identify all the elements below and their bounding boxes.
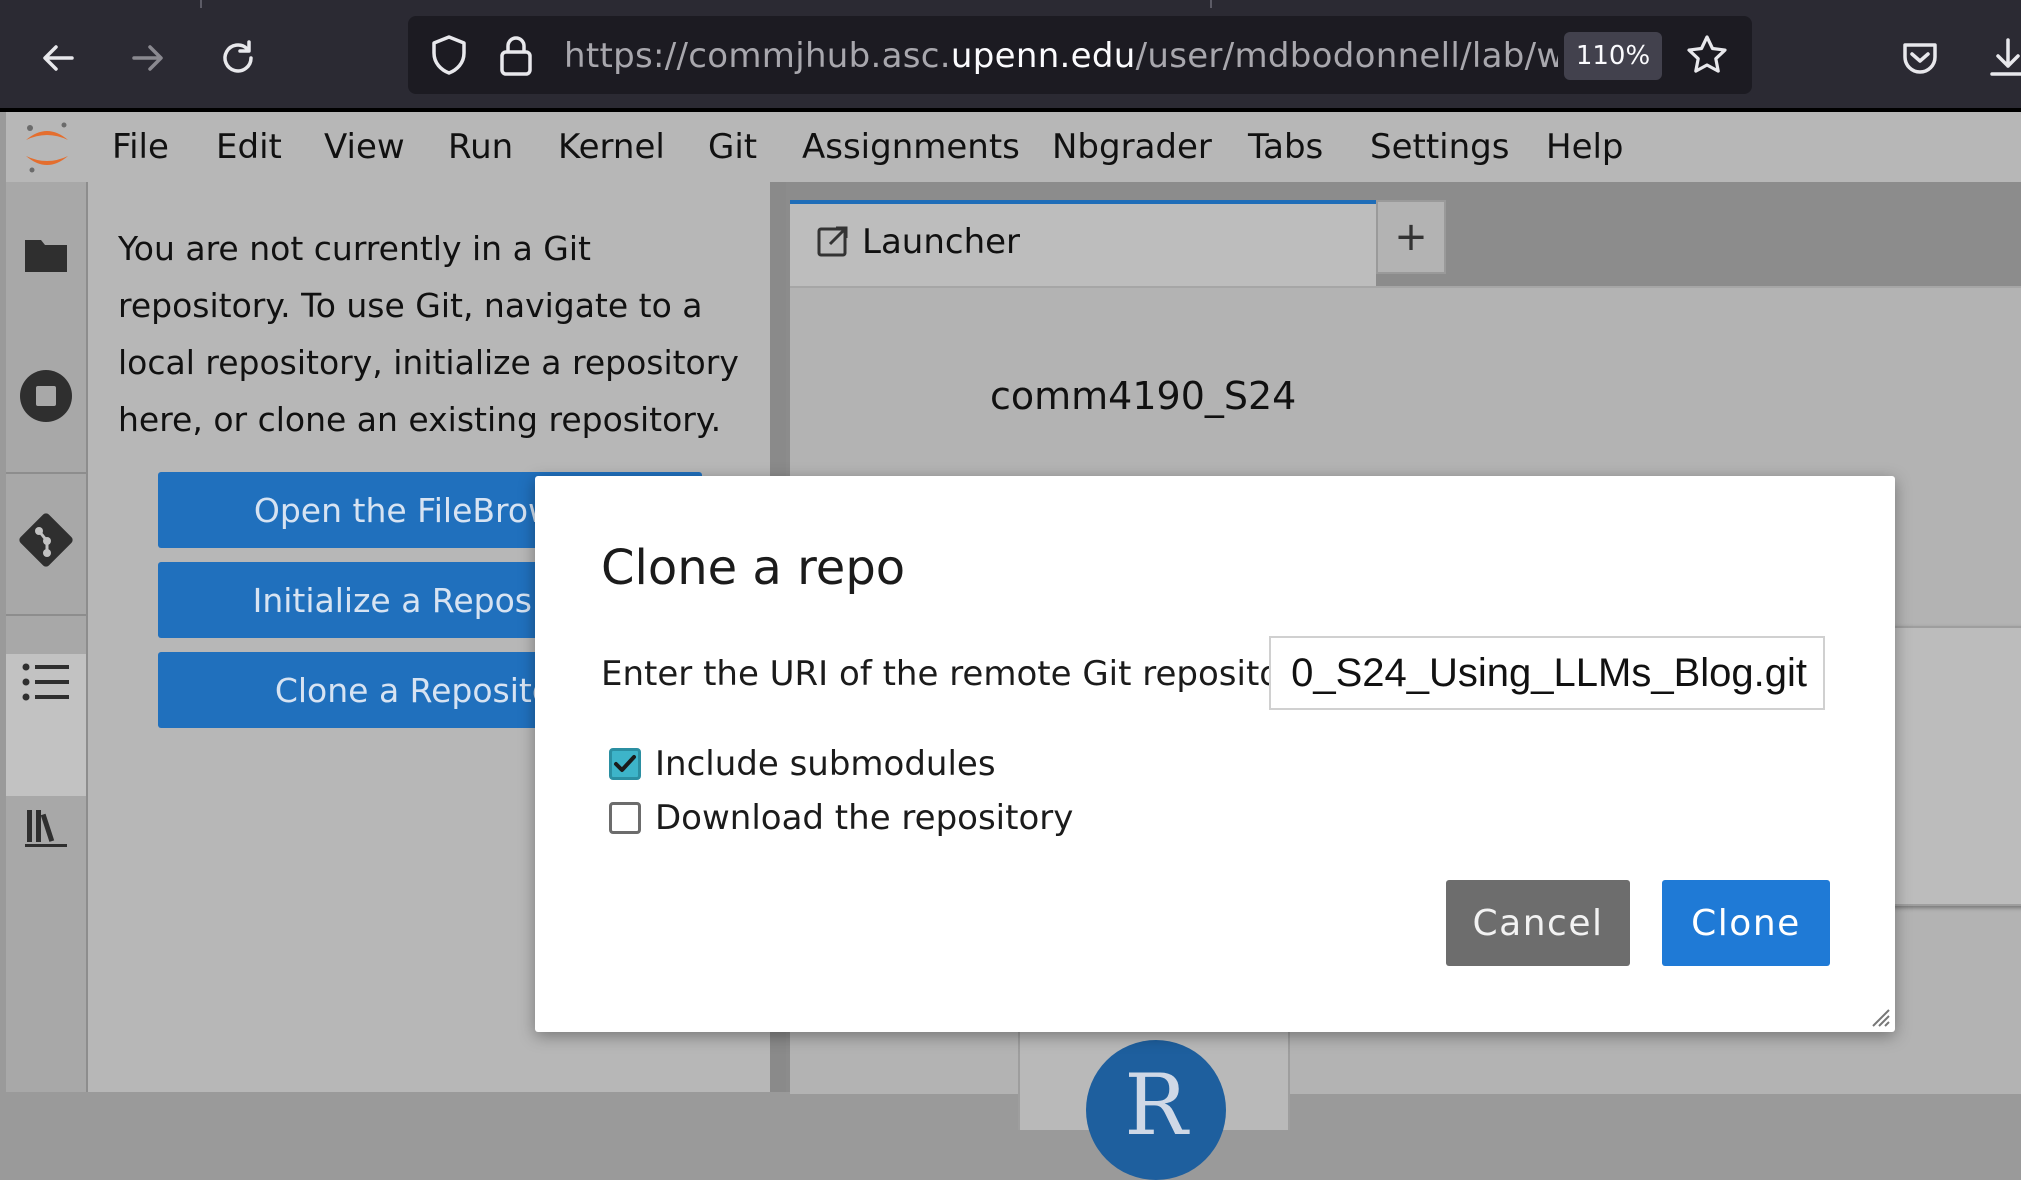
include-submodules-label: Include submodules — [655, 744, 996, 784]
menu-nbgrader[interactable]: Nbgrader — [1052, 124, 1212, 170]
add-tab-button[interactable]: + — [1376, 200, 1446, 274]
include-submodules-row[interactable]: Include submodules — [609, 744, 996, 784]
menu-run[interactable]: Run — [448, 124, 513, 170]
activity-divider — [6, 472, 86, 474]
download-repo-label: Download the repository — [655, 798, 1074, 838]
activity-divider — [6, 614, 86, 616]
checkmark-icon — [614, 755, 636, 772]
url-bar[interactable]: https://commjhub.asc.upenn.edu/user/mdbo… — [408, 16, 1752, 94]
tab-launcher[interactable]: Launcher — [790, 200, 1376, 290]
url-text[interactable]: https://commjhub.asc.upenn.edu/user/mdbo… — [564, 34, 1558, 78]
menu-tabs[interactable]: Tabs — [1248, 124, 1323, 170]
menu-edit[interactable]: Edit — [216, 124, 282, 170]
tab-separator — [1210, 0, 1212, 8]
pocket-icon[interactable] — [1892, 30, 1948, 86]
download-repo-row[interactable]: Download the repository — [609, 798, 1073, 838]
forward-arrow-icon[interactable] — [120, 30, 176, 86]
resize-grip-icon[interactable] — [1869, 1006, 1891, 1028]
download-icon[interactable] — [1980, 30, 2021, 86]
menu-help[interactable]: Help — [1546, 124, 1624, 170]
tab-separator — [200, 0, 202, 8]
git-panel-message: You are not currently in a Git repositor… — [118, 229, 739, 439]
activity-bar — [6, 182, 88, 1092]
download-repo-checkbox[interactable] — [609, 802, 641, 834]
uri-input[interactable]: 0_S24_Using_LLMs_Blog.git — [1269, 636, 1825, 710]
books-icon[interactable] — [12, 792, 80, 860]
dialog-title: Clone a repo — [601, 540, 906, 596]
folder-icon[interactable] — [12, 220, 80, 288]
launcher-section-heading: comm4190_S24 — [990, 374, 1297, 418]
uri-input-value: 0_S24_Using_LLMs_Blog.git — [1291, 650, 1807, 695]
browser-toolbar: https://commjhub.asc.upenn.edu/user/mdbo… — [0, 0, 2021, 112]
menu-kernel[interactable]: Kernel — [558, 124, 665, 170]
jupyter-menubar: File Edit View Run Kernel Git Assignment… — [6, 112, 2021, 182]
menu-git[interactable]: Git — [708, 124, 757, 170]
menu-view[interactable]: View — [324, 124, 405, 170]
reload-icon[interactable] — [210, 30, 266, 86]
lock-icon[interactable] — [496, 32, 536, 78]
uri-label: Enter the URI of the remote Git reposito… — [601, 654, 1315, 694]
cancel-button[interactable]: Cancel — [1446, 880, 1630, 966]
jupyter-logo[interactable] — [20, 120, 74, 176]
stop-icon[interactable] — [12, 362, 80, 430]
r-logo: R — [1086, 1040, 1226, 1180]
back-arrow-icon[interactable] — [30, 30, 86, 86]
include-submodules-checkbox[interactable] — [609, 748, 641, 780]
star-icon[interactable] — [1684, 32, 1730, 78]
launcher-tab-icon — [816, 224, 850, 258]
git-icon[interactable] — [12, 506, 80, 574]
clone-repo-dialog: Clone a repo Enter the URI of the remote… — [535, 476, 1895, 1032]
zoom-level-badge[interactable]: 110% — [1564, 32, 1662, 80]
menu-file[interactable]: File — [112, 124, 169, 170]
list-icon[interactable] — [12, 648, 80, 716]
shield-icon[interactable] — [426, 32, 472, 78]
menu-settings[interactable]: Settings — [1370, 124, 1509, 170]
clone-button[interactable]: Clone — [1662, 880, 1830, 966]
menu-assignments[interactable]: Assignments — [802, 124, 1020, 170]
tab-label: Launcher — [862, 222, 1021, 262]
